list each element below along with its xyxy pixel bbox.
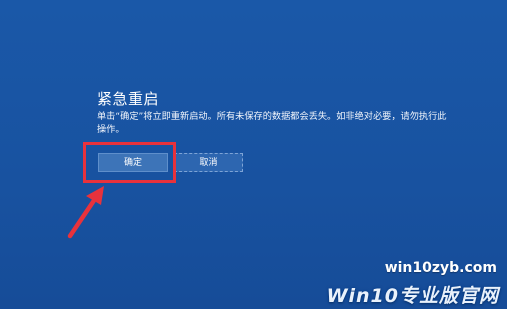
cancel-button[interactable]: 取消: [174, 153, 243, 172]
dialog-title: 紧急重启: [97, 90, 160, 108]
emergency-restart-screen: 紧急重启 单击“确定”将立即重新启动。所有未保存的数据都会丢失。如非绝对必要，请…: [0, 0, 507, 309]
dialog-message: 单击“确定”将立即重新启动。所有未保存的数据都会丢失。如非绝对必要，请勿执行此操…: [97, 111, 447, 135]
watermark-url: win10zyb.com: [384, 260, 497, 276]
watermark-brand-logo: Win10专业版官网: [326, 285, 499, 307]
annotation-highlight-box: [83, 142, 176, 183]
